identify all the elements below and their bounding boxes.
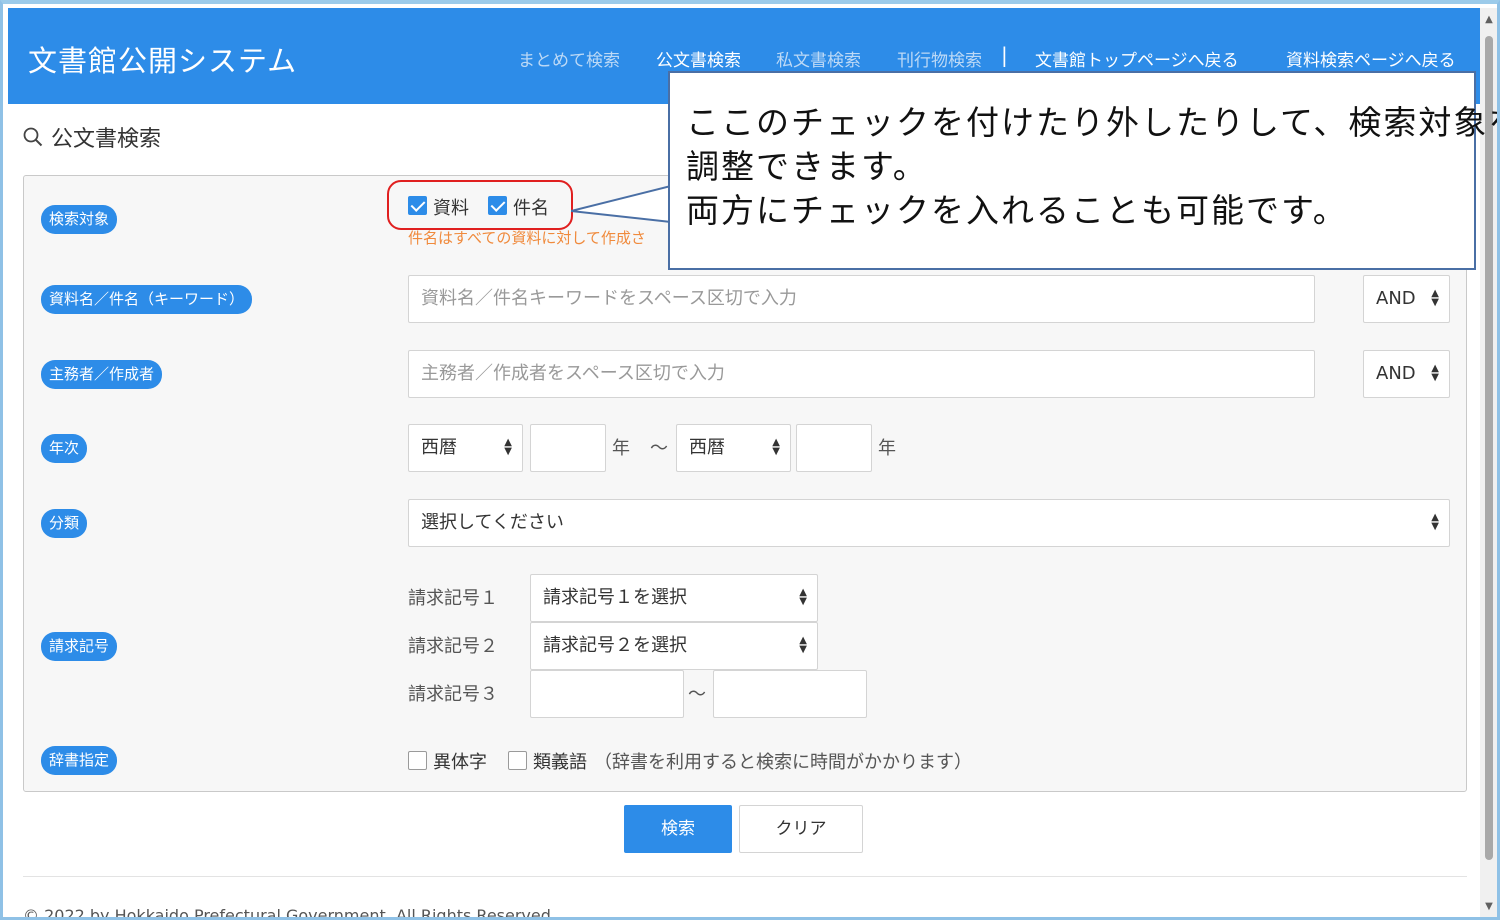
call-number-2-value: 請求記号２を選択 xyxy=(543,635,687,656)
checkbox-synonym[interactable] xyxy=(508,751,527,770)
call-number-1-label: 請求記号１ xyxy=(408,588,498,609)
vertical-scrollbar[interactable]: ▲ ▼ xyxy=(1480,8,1497,917)
year-to-era-select[interactable]: 西暦 ▲ ▼ xyxy=(676,424,791,472)
author-operator-select[interactable]: AND ▲ ▼ xyxy=(1363,350,1450,398)
footer-copyright: © 2022 by Hokkaido Prefectural Governmen… xyxy=(23,906,556,920)
call-number-3-tilde: 〜 xyxy=(688,684,706,705)
select-arrows-icon: ▲ ▼ xyxy=(799,635,807,655)
checkbox-variant-kanji-label[interactable]: 異体字 xyxy=(433,748,487,774)
label-author: 主務者／作成者 xyxy=(41,360,163,389)
search-icon xyxy=(23,127,43,147)
callout-highlight-ring xyxy=(387,180,573,230)
call-number-3-from-input[interactable] xyxy=(530,670,684,718)
nav-separator: | xyxy=(1001,43,1008,67)
call-number-1-select[interactable]: 請求記号１を選択 ▲ ▼ xyxy=(530,574,818,622)
page-title: 公文書検索 xyxy=(51,127,162,152)
author-input[interactable]: 主務者／作成者をスペース区切で入力 xyxy=(408,350,1315,398)
label-dictionary: 辞書指定 xyxy=(41,746,118,775)
year-to-era-value: 西暦 xyxy=(689,437,725,458)
year-from-unit: 年 xyxy=(612,438,630,459)
call-number-3-label: 請求記号３ xyxy=(408,684,498,705)
year-to-unit: 年 xyxy=(878,438,896,459)
year-from-era-select[interactable]: 西暦 ▲ ▼ xyxy=(408,424,523,472)
page-heading: 公文書検索 xyxy=(23,121,161,153)
callout-line-1: ここのチェックを付けたり外したりして、検索対象を xyxy=(686,103,1500,142)
callout-line-2: 調整できます。 xyxy=(686,147,928,186)
callout-tail xyxy=(571,185,671,223)
keyword-operator-select[interactable]: AND ▲ ▼ xyxy=(1363,275,1450,323)
scroll-up-icon[interactable]: ▲ xyxy=(1483,14,1495,26)
scroll-down-icon[interactable]: ▼ xyxy=(1483,901,1495,913)
label-year: 年次 xyxy=(41,434,88,463)
call-number-1-value: 請求記号１を選択 xyxy=(543,587,687,608)
site-title[interactable]: 文書館公開システム xyxy=(28,38,297,80)
select-arrows-icon: ▲ ▼ xyxy=(1431,512,1439,532)
target-note: 件名はすべての資料に対して作成さ xyxy=(408,229,646,247)
category-value: 選択してください xyxy=(421,512,564,533)
select-arrows-icon: ▲ ▼ xyxy=(1431,288,1439,308)
author-operator-value: AND xyxy=(1376,363,1416,384)
call-number-3-to-input[interactable] xyxy=(713,670,867,718)
checkbox-variant-kanji[interactable] xyxy=(408,751,427,770)
nav-public-docs[interactable]: 公文書検索 xyxy=(656,46,741,71)
scroll-thumb[interactable] xyxy=(1485,36,1493,860)
year-from-input[interactable] xyxy=(530,424,606,472)
label-search-target: 検索対象 xyxy=(41,205,118,234)
nav-private-docs[interactable]: 私文書検索 xyxy=(776,46,861,71)
nav-publications[interactable]: 刊行物検索 xyxy=(897,46,982,71)
callout-box: ここのチェックを付けたり外したりして、検索対象を 調整できます。 両方にチェック… xyxy=(668,71,1500,270)
browser-frame: 文書館公開システム まとめて検索 公文書検索 私文書検索 刊行物検索 | 文書館… xyxy=(0,0,1500,920)
select-arrows-icon: ▲ ▼ xyxy=(1431,363,1439,383)
select-arrows-icon: ▲ ▼ xyxy=(504,437,512,457)
label-category: 分類 xyxy=(41,509,88,538)
year-to-input[interactable] xyxy=(796,424,872,472)
year-from-era-value: 西暦 xyxy=(421,437,457,458)
callout-line-3: 両方にチェックを入れることも可能です。 xyxy=(686,191,1348,230)
dictionary-note: （辞書を利用すると検索に時間がかかります） xyxy=(594,752,972,773)
checkbox-synonym-label[interactable]: 類義語 xyxy=(533,748,587,774)
call-number-2-select[interactable]: 請求記号２を選択 ▲ ▼ xyxy=(530,622,818,670)
search-button[interactable]: 検索 xyxy=(624,805,732,853)
category-select[interactable]: 選択してください ▲ ▼ xyxy=(408,499,1450,547)
label-keyword: 資料名／件名（キーワード） xyxy=(41,285,253,314)
select-arrows-icon: ▲ ▼ xyxy=(772,437,780,457)
nav-archive-top[interactable]: 文書館トップページへ戻る xyxy=(1035,46,1239,71)
keyword-operator-value: AND xyxy=(1376,288,1416,309)
call-number-2-label: 請求記号２ xyxy=(408,636,498,657)
year-range-tilde: 〜 xyxy=(650,438,668,459)
clear-button[interactable]: クリア xyxy=(739,805,863,853)
nav-material-search[interactable]: 資料検索ページへ戻る xyxy=(1286,46,1456,71)
select-arrows-icon: ▲ ▼ xyxy=(799,587,807,607)
nav-all-search[interactable]: まとめて検索 xyxy=(518,46,620,71)
footer-divider xyxy=(23,876,1467,877)
label-call-number: 請求記号 xyxy=(41,632,118,661)
keyword-input[interactable]: 資料名／件名キーワードをスペース区切で入力 xyxy=(408,275,1315,323)
